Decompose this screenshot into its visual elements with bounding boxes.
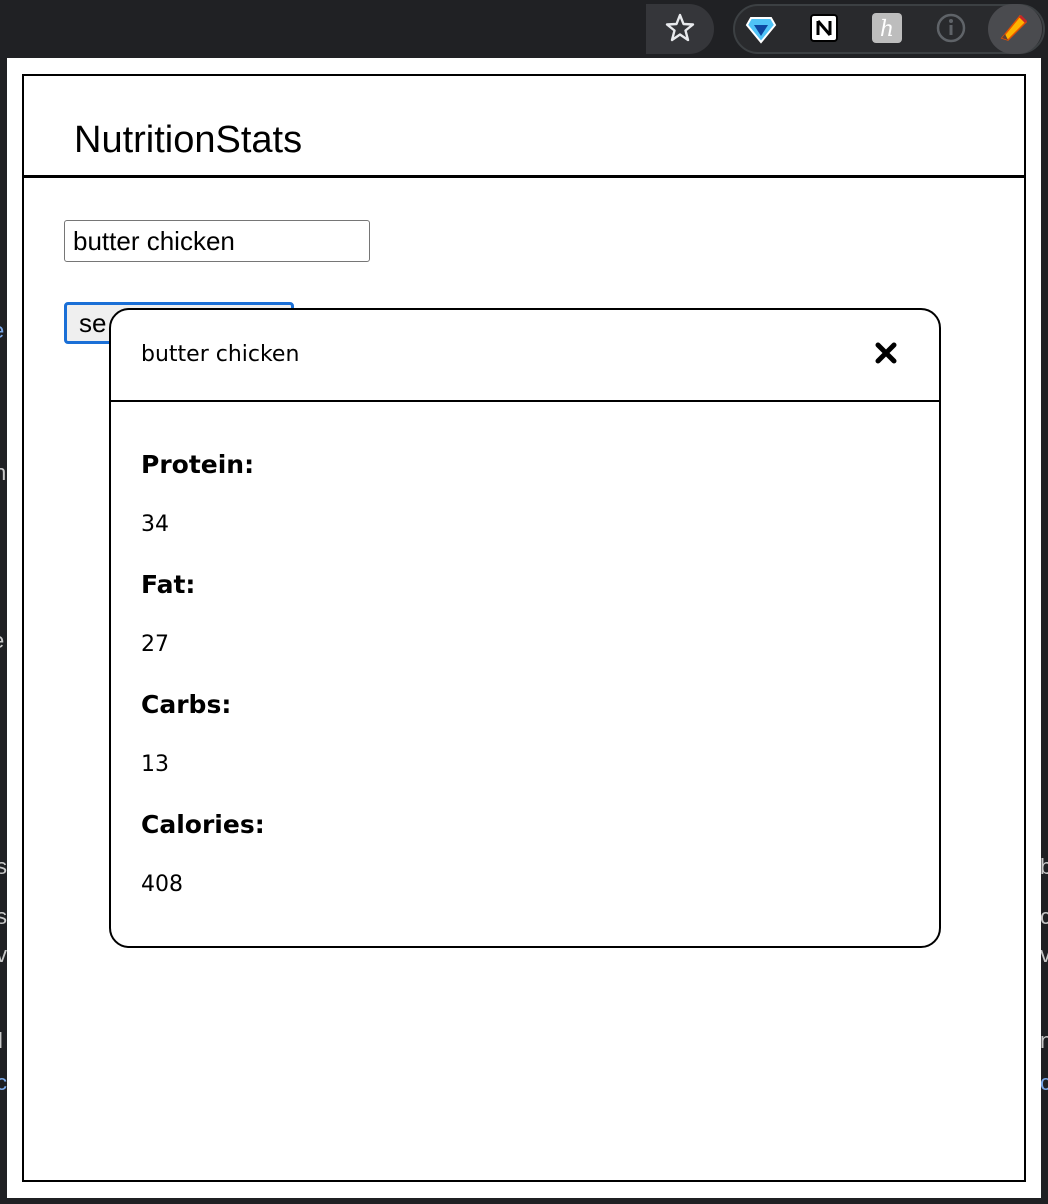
close-icon [875,342,897,364]
calories-value: 408 [141,872,183,897]
carbs-value: 13 [141,752,169,777]
background-text: e [0,628,4,654]
app-title: NutritionStats [74,119,303,161]
app-header: NutritionStats [24,76,1024,178]
background-text: n [0,460,7,485]
calories-label: Calories: [141,810,265,839]
fat-label: Fat: [141,570,196,599]
notion-icon[interactable] [808,12,840,44]
star-icon[interactable] [665,12,695,44]
background-text: s [0,904,7,929]
app-container: NutritionStats se butter chicken Protein… [22,74,1026,1182]
protein-value: 34 [141,512,169,537]
gem-extension-icon[interactable] [745,12,777,44]
background-text: c [0,1070,7,1095]
protein-label: Protein: [141,450,255,479]
background-text: c [1040,1070,1048,1095]
background-text: b [1040,854,1048,879]
background-text: e [0,318,4,344]
background-text: c [1040,904,1048,929]
background-text: v [0,942,7,967]
pencil-extension-icon[interactable] [998,12,1030,44]
modal-header: butter chicken [111,310,939,402]
close-button[interactable] [865,332,907,374]
carbs-label: Carbs: [141,690,232,719]
background-text: n [1040,1028,1048,1053]
info-extension-icon[interactable] [935,12,967,44]
background-text: s [0,854,7,879]
modal-title: butter chicken [141,342,300,367]
fat-value: 27 [141,632,169,657]
search-input[interactable] [64,220,370,262]
background-text: l [0,1028,3,1053]
browser-toolbar: h [0,0,1048,58]
nutrition-modal: butter chicken Protein: 34 Fat: 27 Carbs… [109,308,941,948]
h-extension-icon[interactable]: h [871,12,903,44]
svg-text:h: h [880,17,894,42]
background-text: v [1040,942,1048,967]
